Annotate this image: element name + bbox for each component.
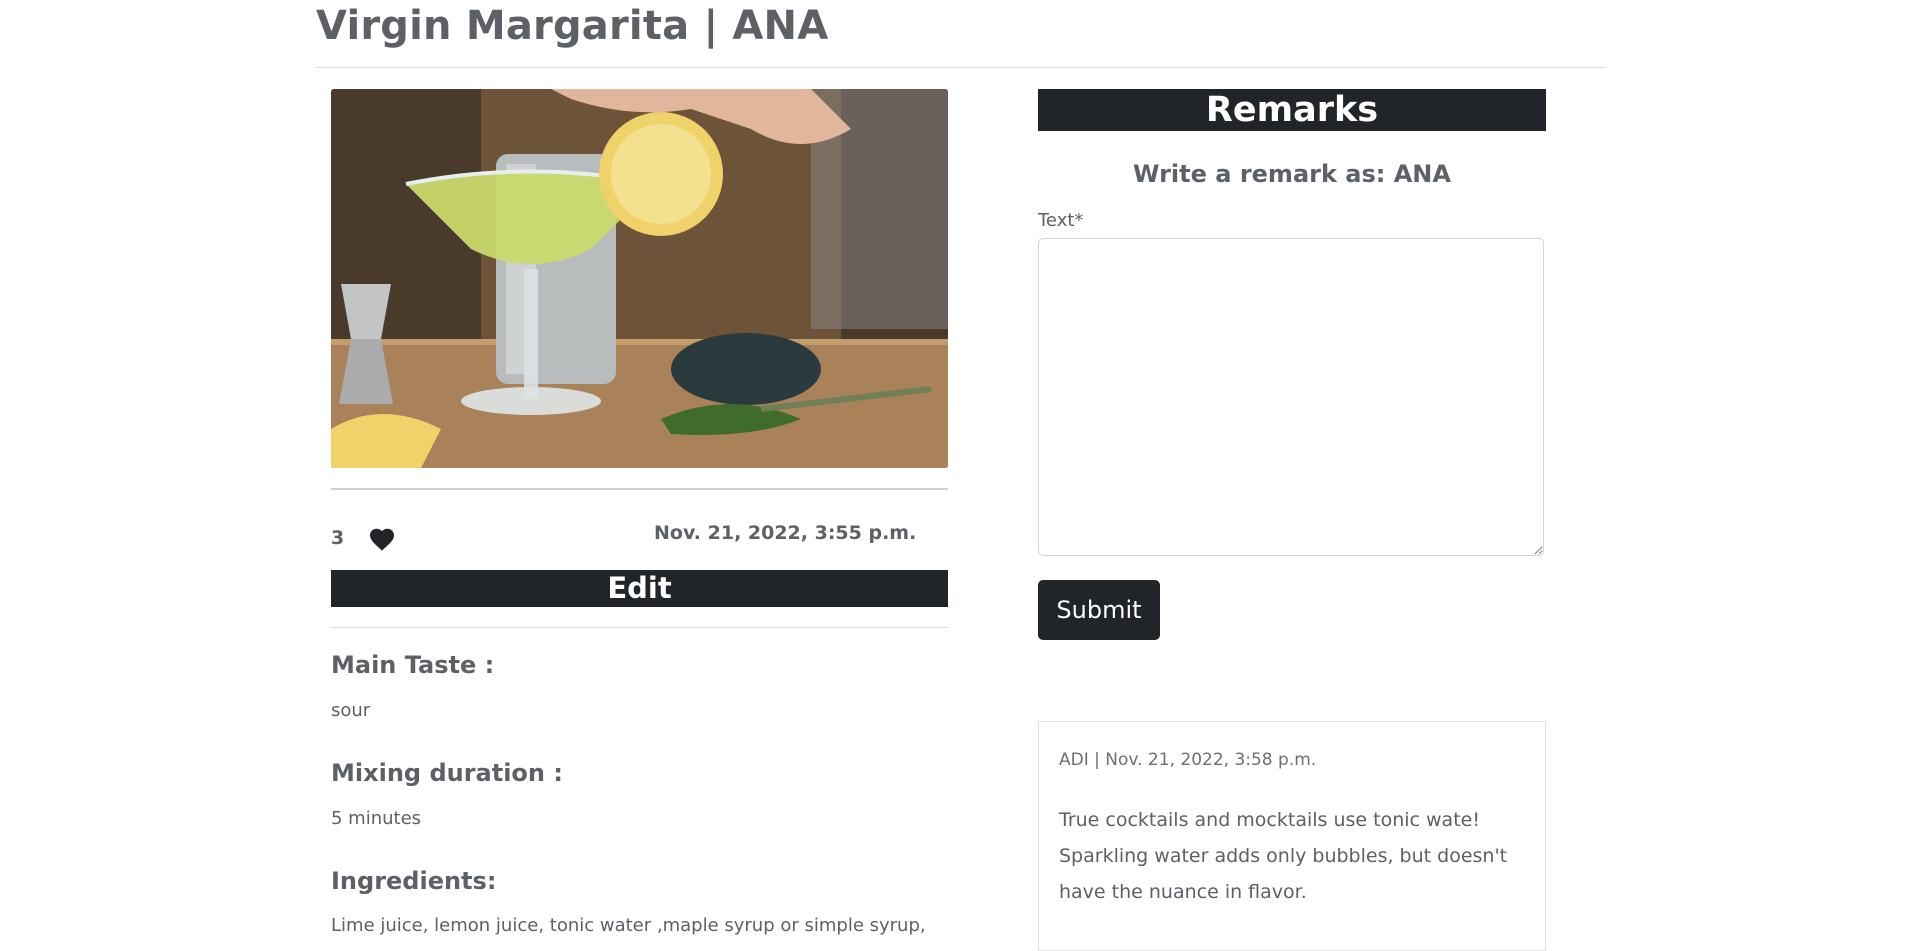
remarks-heading: Remarks bbox=[1038, 89, 1546, 131]
edit-divider bbox=[331, 627, 948, 628]
mixing-duration-value: 5 minutes bbox=[331, 808, 422, 829]
remark-text-input[interactable] bbox=[1038, 238, 1544, 556]
text-field-label: Text* bbox=[1038, 210, 1084, 231]
cocktail-photo-illustration bbox=[331, 89, 948, 468]
comment-card: ADI | Nov. 21, 2022, 3:58 p.m. True cock… bbox=[1038, 721, 1546, 951]
mixing-duration-label: Mixing duration : bbox=[331, 759, 563, 787]
edit-button[interactable]: Edit bbox=[331, 570, 948, 607]
page-title: Virgin Margarita | ANA bbox=[316, 3, 829, 49]
write-remark-heading: Write a remark as: ANA bbox=[1133, 160, 1451, 188]
title-divider bbox=[316, 67, 1606, 68]
main-taste-label: Main Taste : bbox=[331, 651, 495, 679]
ingredients-label: Ingredients: bbox=[331, 867, 497, 895]
post-date: Nov. 21, 2022, 3:55 p.m. bbox=[654, 522, 917, 544]
photo-divider bbox=[331, 488, 948, 490]
cocktail-photo bbox=[331, 89, 948, 468]
submit-button[interactable]: Submit bbox=[1038, 580, 1160, 640]
main-taste-value: sour bbox=[331, 700, 371, 721]
like-count: 3 bbox=[331, 527, 345, 549]
comment-text: True cocktails and mocktails use tonic w… bbox=[1059, 809, 1508, 903]
comment-meta: ADI | Nov. 21, 2022, 3:58 p.m. bbox=[1059, 750, 1317, 770]
heart-icon[interactable] bbox=[368, 526, 396, 552]
